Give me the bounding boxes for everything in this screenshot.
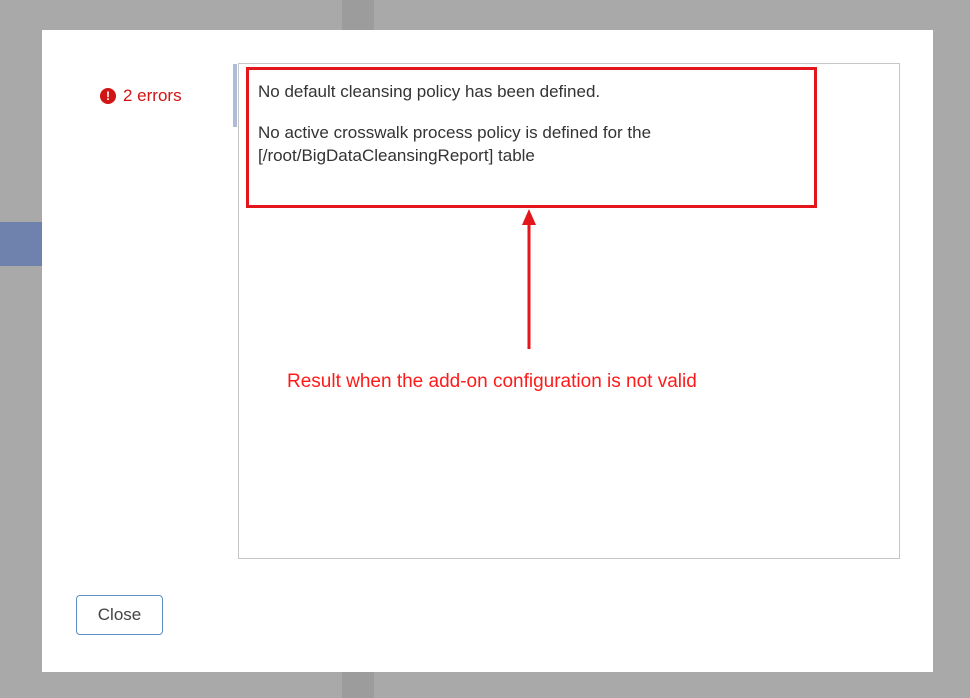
background-strip xyxy=(342,672,374,698)
exclamation-circle-icon: ! xyxy=(100,88,116,104)
error-count-label: 2 errors xyxy=(123,86,182,105)
panel-accent-bar xyxy=(233,64,237,127)
background-panel xyxy=(0,222,42,266)
background-strip xyxy=(342,0,374,30)
error-summary: ! 2 errors xyxy=(100,84,182,108)
annotation-caption: Result when the add-on configuration is … xyxy=(287,371,697,392)
annotation-highlight-box xyxy=(246,67,817,208)
annotation-arrow-icon xyxy=(522,209,536,349)
close-button[interactable]: Close xyxy=(76,595,163,635)
